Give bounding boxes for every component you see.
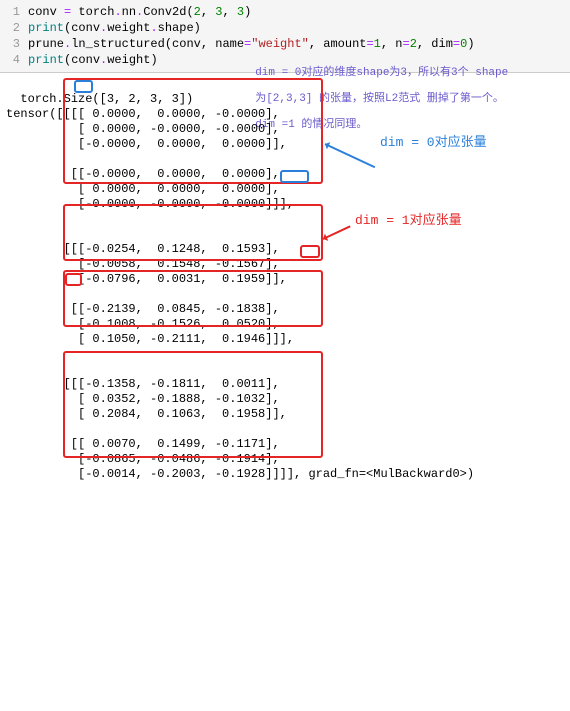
code-line-2: 2 print(conv.weight.shape) xyxy=(0,20,570,36)
label-dim0: dim = 0对应张量 xyxy=(380,135,487,150)
highlight-box-blue xyxy=(280,170,309,183)
code-text: conv = torch.nn.Conv2d(2, 3, 3) xyxy=(28,4,570,20)
arrow-icon xyxy=(325,143,376,168)
code-text: print(conv.weight.shape) xyxy=(28,20,570,36)
code-line-3: 3 prune.ln_structured(conv, name="weight… xyxy=(0,36,570,52)
highlight-box-red-small xyxy=(65,273,82,286)
highlight-box-blue xyxy=(74,80,93,93)
line-number: 4 xyxy=(0,52,28,68)
code-text: prune.ln_structured(conv, name="weight",… xyxy=(28,36,570,52)
highlight-box-red-small xyxy=(300,245,320,258)
line-number: 2 xyxy=(0,20,28,36)
line-number: 1 xyxy=(0,4,28,20)
highlight-box-red xyxy=(63,78,323,184)
line-number: 3 xyxy=(0,36,28,52)
highlight-box-red xyxy=(63,270,323,327)
output-block: torch.Size([3, 2, 3, 3]) tensor([[[[ 0.0… xyxy=(0,73,570,711)
highlight-box-red xyxy=(63,351,323,458)
code-line-1: 1 conv = torch.nn.Conv2d(2, 3, 3) xyxy=(0,4,570,20)
arrow-icon xyxy=(323,225,351,239)
highlight-box-red xyxy=(63,204,323,261)
label-dim1: dim = 1对应张量 xyxy=(355,213,462,228)
